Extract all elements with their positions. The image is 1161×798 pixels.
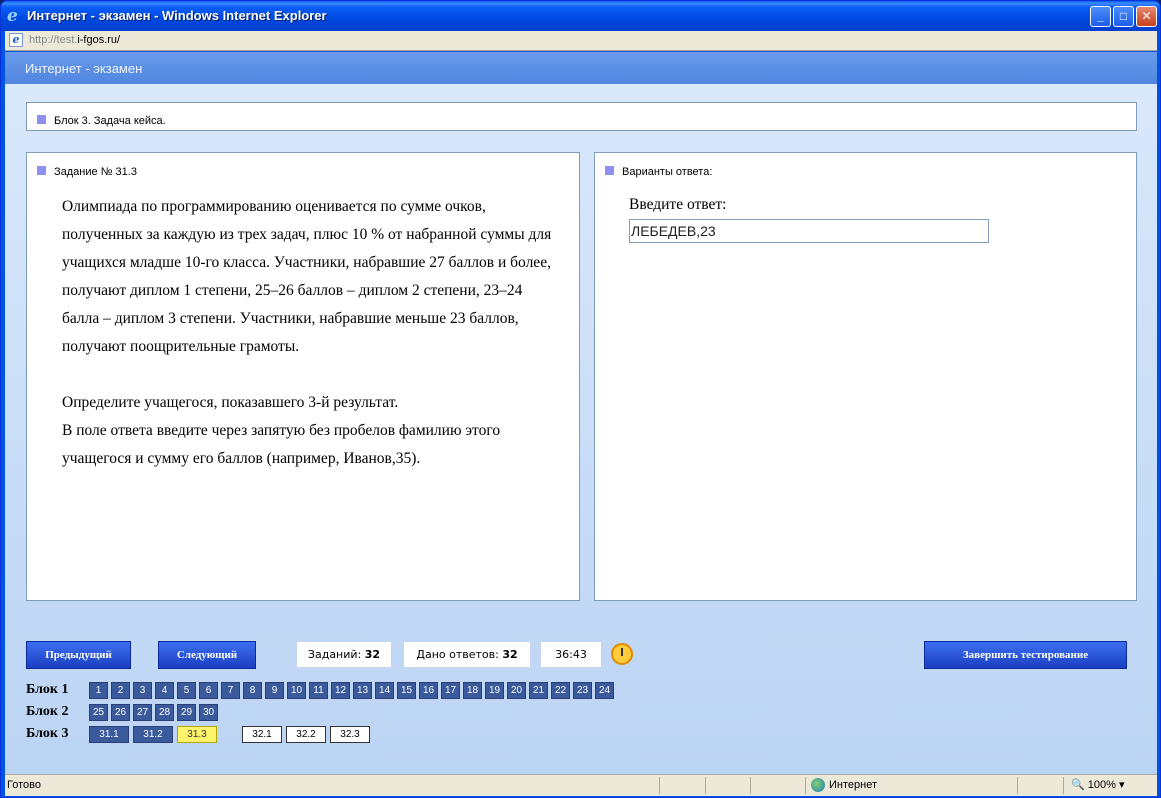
minimize-button[interactable]: _ bbox=[1090, 6, 1111, 27]
question-cell-13[interactable]: 13 bbox=[353, 682, 372, 699]
app-header: Интернет - экзамен bbox=[5, 52, 1157, 84]
title-bar: e Интернет - экзамен - Windows Internet … bbox=[1, 1, 1160, 31]
next-button[interactable]: Следующий bbox=[158, 641, 256, 669]
question-cell-25[interactable]: 25 bbox=[89, 704, 108, 721]
question-cell-16[interactable]: 16 bbox=[419, 682, 438, 699]
task-panel: Задание № 31.3 Олимпиада по программиров… bbox=[26, 152, 580, 601]
question-cell-10[interactable]: 10 bbox=[287, 682, 306, 699]
globe-icon bbox=[811, 778, 825, 792]
security-zone: Интернет bbox=[811, 778, 877, 792]
question-cell-21[interactable]: 21 bbox=[529, 682, 548, 699]
block-title: Блок 3. Задача кейса. bbox=[54, 115, 166, 127]
question-cell-7[interactable]: 7 bbox=[221, 682, 240, 699]
answer-input[interactable] bbox=[629, 219, 989, 243]
status-bar: Готово Интернет 🔍 100% ▾ bbox=[5, 774, 1157, 796]
maximize-button[interactable]: □ bbox=[1113, 6, 1134, 27]
block-2-label: Блок 2 bbox=[26, 704, 69, 719]
task-paragraph: Олимпиада по программированию оцениваетс… bbox=[62, 198, 552, 355]
question-cell-29[interactable]: 29 bbox=[177, 704, 196, 721]
question-cell-19[interactable]: 19 bbox=[485, 682, 504, 699]
previous-button[interactable]: Предыдущий bbox=[26, 641, 131, 669]
timer: 36:43 bbox=[540, 641, 602, 668]
status-text: Готово bbox=[7, 779, 41, 791]
question-cell-31.1[interactable]: 31.1 bbox=[89, 726, 129, 743]
address-url[interactable]: http://test.i-fgos.ru/ bbox=[29, 34, 120, 46]
question-cell-31.3[interactable]: 31.3 bbox=[177, 726, 217, 743]
question-cell-26[interactable]: 26 bbox=[111, 704, 130, 721]
question-cell-18[interactable]: 18 bbox=[463, 682, 482, 699]
browser-window: e Интернет - экзамен - Windows Internet … bbox=[0, 0, 1161, 798]
bullet-icon bbox=[37, 166, 46, 176]
alarm-clock-icon bbox=[611, 643, 633, 665]
question-cell-14[interactable]: 14 bbox=[375, 682, 394, 699]
page-content: Интернет - экзамен Блок 3. Задача кейса.… bbox=[5, 52, 1157, 774]
status-separator bbox=[750, 777, 751, 794]
status-separator bbox=[659, 777, 660, 794]
question-cell-8[interactable]: 8 bbox=[243, 682, 262, 699]
block-3-row: Блок 3 31.1 31.2 31.3 32.1 32.2 32.3 bbox=[26, 726, 626, 744]
question-cell-32.1[interactable]: 32.1 bbox=[242, 726, 282, 743]
bullet-icon bbox=[37, 115, 46, 125]
tasks-count-box: Заданий: 32 bbox=[296, 641, 392, 668]
task-label: Задание № 31.3 bbox=[54, 166, 137, 178]
finish-test-button[interactable]: Завершить тестирование bbox=[924, 641, 1127, 669]
bullet-icon bbox=[605, 166, 614, 176]
question-cell-3[interactable]: 3 bbox=[133, 682, 152, 699]
question-cell-11[interactable]: 11 bbox=[309, 682, 328, 699]
block-3-label: Блок 3 bbox=[26, 726, 69, 741]
question-cell-1[interactable]: 1 bbox=[89, 682, 108, 699]
answer-panel: Варианты ответа: Введите ответ: bbox=[594, 152, 1137, 601]
question-cell-15[interactable]: 15 bbox=[397, 682, 416, 699]
question-cell-32.3[interactable]: 32.3 bbox=[330, 726, 370, 743]
question-cell-22[interactable]: 22 bbox=[551, 682, 570, 699]
question-cell-5[interactable]: 5 bbox=[177, 682, 196, 699]
question-cell-32.2[interactable]: 32.2 bbox=[286, 726, 326, 743]
block-title-panel: Блок 3. Задача кейса. bbox=[26, 102, 1137, 131]
question-cell-27[interactable]: 27 bbox=[133, 704, 152, 721]
question-cell-17[interactable]: 17 bbox=[441, 682, 460, 699]
answers-count-box: Дано ответов: 32 bbox=[403, 641, 531, 668]
question-cell-30[interactable]: 30 bbox=[199, 704, 218, 721]
task-text: Олимпиада по программированию оцениваетс… bbox=[62, 193, 562, 473]
answer-prompt: Введите ответ: bbox=[629, 196, 727, 213]
status-separator bbox=[1063, 777, 1064, 794]
status-separator bbox=[1017, 777, 1018, 794]
question-cell-9[interactable]: 9 bbox=[265, 682, 284, 699]
ie-logo-icon: e bbox=[7, 6, 18, 26]
window-title: Интернет - экзамен - Windows Internet Ex… bbox=[27, 8, 327, 23]
question-cell-6[interactable]: 6 bbox=[199, 682, 218, 699]
question-cell-24[interactable]: 24 bbox=[595, 682, 614, 699]
question-cell-4[interactable]: 4 bbox=[155, 682, 174, 699]
answer-panel-label: Варианты ответа: bbox=[622, 166, 713, 178]
page-icon: e bbox=[9, 33, 23, 47]
status-separator bbox=[705, 777, 706, 794]
status-separator bbox=[805, 777, 806, 794]
question-cell-12[interactable]: 12 bbox=[331, 682, 350, 699]
question-cell-23[interactable]: 23 bbox=[573, 682, 592, 699]
question-cell-28[interactable]: 28 bbox=[155, 704, 174, 721]
task-paragraph: Определите учащегося, показавшего 3-й ре… bbox=[62, 394, 399, 411]
question-cell-2[interactable]: 2 bbox=[111, 682, 130, 699]
task-paragraph: В поле ответа введите через запятую без … bbox=[62, 422, 501, 467]
close-button[interactable]: ✕ bbox=[1136, 6, 1157, 27]
block-2-row: Блок 2 25 26 27 28 29 30 bbox=[26, 704, 626, 722]
question-cell-31.2[interactable]: 31.2 bbox=[133, 726, 173, 743]
question-cell-20[interactable]: 20 bbox=[507, 682, 526, 699]
block-1-label: Блок 1 bbox=[26, 682, 69, 697]
zoom-level[interactable]: 🔍 100% ▾ bbox=[1071, 778, 1124, 791]
block-1-row: Блок 1 1 2 3 4 5 6 7 8 9 10 11 12 13 14 15 16 17 18 19 20 21… bbox=[26, 682, 626, 700]
address-bar[interactable]: e http://test.i-fgos.ru/ bbox=[5, 31, 1157, 51]
